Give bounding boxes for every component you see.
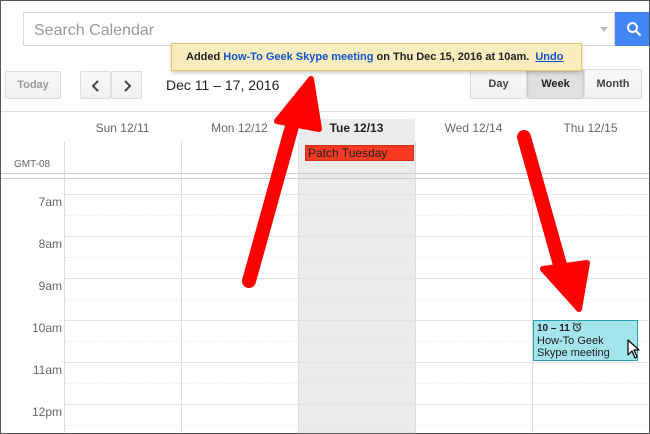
previous-period-button[interactable] [80, 71, 111, 99]
arrow-to-event [517, 130, 590, 312]
hour-label-10am: 10am [31, 321, 62, 335]
event-title-line1: How-To Geek [537, 335, 604, 347]
day-header-sun[interactable]: Sun 12/11 [64, 121, 181, 135]
month-view-button[interactable]: Month [584, 69, 642, 99]
all-day-divider [1, 178, 649, 179]
event-time: 10 – 11 [537, 323, 570, 334]
notification-prefix: Added [186, 51, 224, 63]
column-line [298, 142, 299, 433]
notification-suffix: on Thu Dec 15, 2016 at 10am. [373, 51, 530, 63]
toolbar-divider [1, 111, 649, 112]
column-line [181, 142, 182, 433]
hour-label-11am: 11am [32, 363, 62, 377]
date-range-label: Dec 11 – 17, 2016 [166, 77, 280, 93]
hour-label-7am: 7am [38, 195, 62, 209]
hour-line [65, 278, 649, 279]
next-period-button[interactable] [111, 71, 142, 99]
hour-line [65, 194, 649, 195]
hour-label-9am: 9am [38, 279, 62, 293]
undo-link[interactable]: Undo [535, 51, 563, 63]
all-day-divider [1, 173, 649, 174]
column-line [64, 142, 65, 433]
alarm-clock-icon [572, 322, 582, 332]
hour-label-8am: 8am [38, 237, 62, 251]
search-options-chevron-down-icon[interactable] [600, 27, 608, 32]
half-hour-line [65, 299, 649, 300]
today-button[interactable]: Today [5, 71, 61, 99]
column-line [415, 142, 416, 433]
day-view-button[interactable]: Day [470, 69, 527, 99]
event-skype-meeting[interactable]: 10 – 11 How-To Geek Skype meeting [533, 320, 638, 361]
chevron-right-icon [124, 80, 132, 92]
day-header-wed[interactable]: Wed 12/14 [415, 121, 532, 135]
search-icon [627, 22, 642, 37]
column-line [532, 142, 533, 433]
search-button[interactable] [615, 12, 649, 46]
today-column-highlight [298, 119, 415, 433]
calendar-window: Today Dec 11 – 17, 2016 Day Week Month S… [0, 0, 650, 434]
timezone-label: GMT-08 [14, 159, 51, 170]
half-hour-line [65, 425, 649, 426]
hour-label-12pm: 12pm [31, 405, 62, 419]
chevron-left-icon [91, 80, 99, 92]
day-header-tue[interactable]: Tue 12/13 [298, 121, 415, 135]
all-day-event-patch-tuesday[interactable]: Patch Tuesday [305, 145, 414, 161]
hour-line [65, 404, 649, 405]
hour-line [65, 236, 649, 237]
day-header-mon[interactable]: Mon 12/12 [181, 121, 298, 135]
half-hour-line [65, 257, 649, 258]
day-header-thu[interactable]: Thu 12/15 [532, 121, 649, 135]
mouse-pointer-icon [627, 339, 640, 359]
half-hour-line [65, 215, 649, 216]
event-added-notification: Added How-To Geek Skype meeting on Thu D… [171, 43, 582, 71]
notification-event-link[interactable]: How-To Geek Skype meeting [223, 51, 373, 63]
week-view-button[interactable]: Week [527, 69, 584, 99]
search-input[interactable] [32, 20, 596, 42]
search-box[interactable] [23, 12, 615, 46]
hour-line [65, 362, 649, 363]
half-hour-line [65, 383, 649, 384]
event-title-line2: Skype meeting [537, 347, 610, 359]
